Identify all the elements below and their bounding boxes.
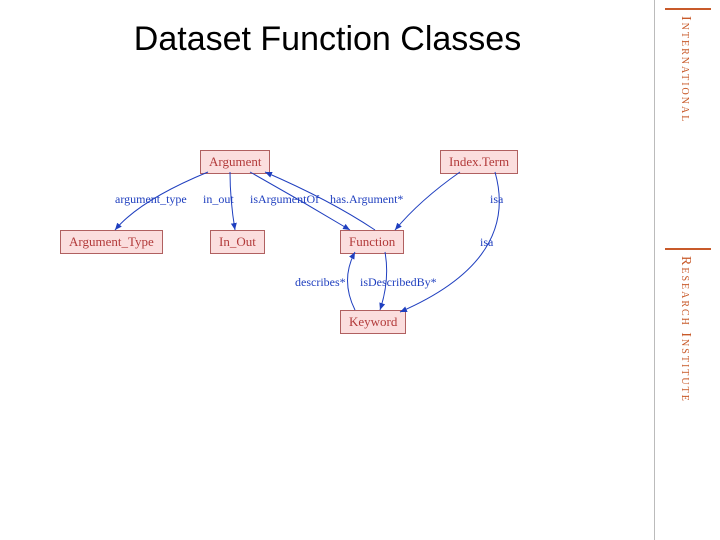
edge-label-is-argument-of: isArgumentOf [250,192,319,207]
edge-label-isa-1: isa [490,192,503,207]
node-argument: Argument [200,150,270,174]
node-in-out: In_Out [210,230,265,254]
sidebar-text-2: Research Institute [677,256,693,403]
slide: Dataset Function Classes Argument Index.… [0,0,720,540]
node-argument-type: Argument_Type [60,230,163,254]
sidebar-rule-top [665,8,711,10]
sidebar-rule-mid [665,248,711,250]
edge-label-describes: describes* [295,275,346,290]
node-keyword: Keyword [340,310,406,334]
brand-sidebar: International Research Institute [654,0,720,540]
edge-label-argument-type: argument_type [115,192,187,207]
node-function: Function [340,230,404,254]
node-index-term: Index.Term [440,150,518,174]
sidebar-text-1: International [677,16,693,123]
diagram-canvas: Argument Index.Term Argument_Type In_Out… [40,130,630,390]
edge-label-is-described-by: isDescribedBy* [360,275,437,290]
edge-label-in-out: in_out [203,192,234,207]
edge-label-has-argument: has.Argument* [330,192,403,207]
edge-label-isa-2: isa [480,235,493,250]
page-title: Dataset Function Classes [0,20,655,59]
edges-layer [40,130,630,390]
